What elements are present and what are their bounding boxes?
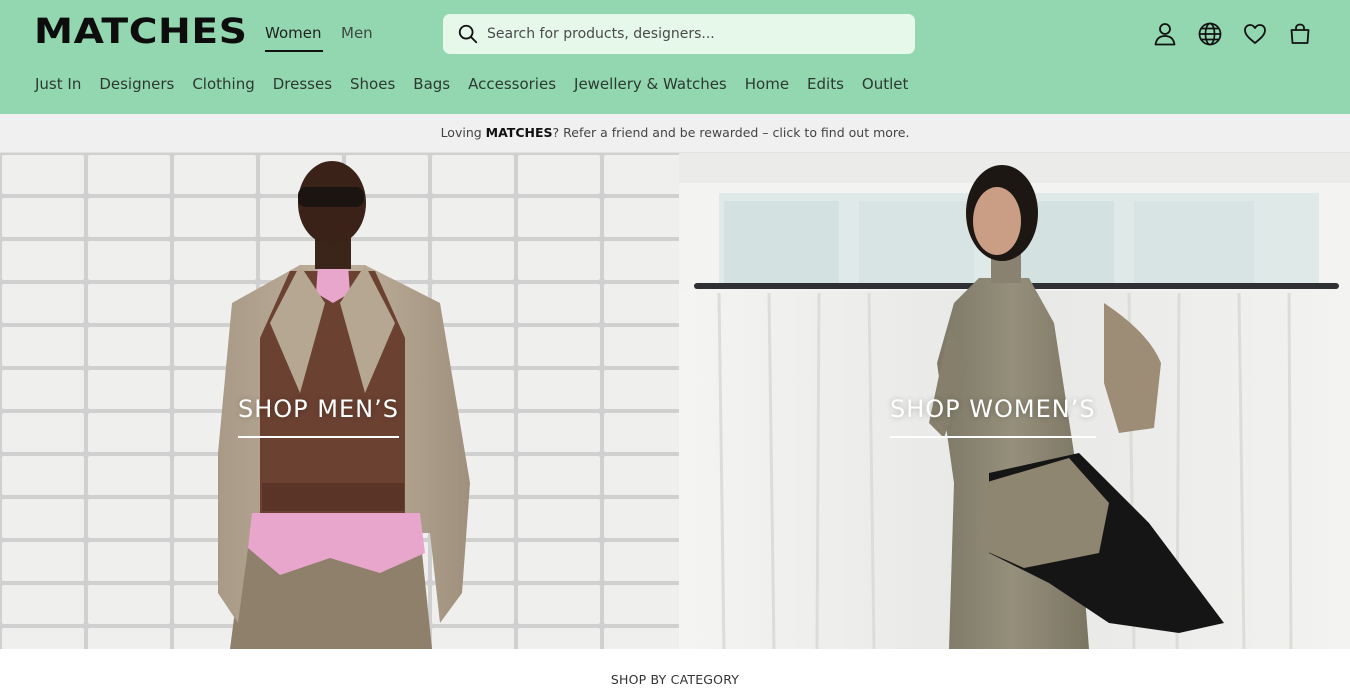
search-input[interactable] bbox=[487, 14, 897, 54]
nav-item-just-in[interactable]: Just In bbox=[35, 74, 81, 94]
nav-item-bags[interactable]: Bags bbox=[413, 74, 450, 94]
nav-item-shoes[interactable]: Shoes bbox=[350, 74, 395, 94]
nav-item-dresses[interactable]: Dresses bbox=[273, 74, 332, 94]
nav-item-designers[interactable]: Designers bbox=[99, 74, 174, 94]
nav-item-edits[interactable]: Edits bbox=[807, 74, 844, 94]
active-tab-underline bbox=[265, 50, 323, 52]
site-header: MATCHES Women Men Search for products, d… bbox=[0, 0, 1350, 114]
shop-womens-link[interactable]: SHOP WOMEN’S bbox=[890, 395, 1096, 438]
bag-icon[interactable] bbox=[1287, 21, 1313, 47]
search-icon bbox=[457, 23, 479, 45]
nav-item-jewellery-watches[interactable]: Jewellery & Watches bbox=[574, 74, 727, 94]
shop-mens-link[interactable]: SHOP MEN’S bbox=[238, 395, 399, 438]
nav-item-clothing[interactable]: Clothing bbox=[192, 74, 254, 94]
tab-women[interactable]: Women bbox=[265, 23, 321, 43]
shop-mens-label: SHOP MEN’S bbox=[238, 395, 399, 423]
promo-brand: MATCHES bbox=[485, 125, 553, 140]
tab-men[interactable]: Men bbox=[341, 23, 373, 43]
shop-mens-underline bbox=[238, 436, 399, 438]
nav-item-outlet[interactable]: Outlet bbox=[862, 74, 908, 94]
main-nav: Just In Designers Clothing Dresses Shoes… bbox=[35, 74, 926, 94]
nav-item-accessories[interactable]: Accessories bbox=[468, 74, 556, 94]
promo-prefix: Loving bbox=[440, 125, 486, 140]
nav-item-home[interactable]: Home bbox=[745, 74, 789, 94]
shop-womens-underline bbox=[890, 436, 1096, 438]
shop-womens-label: SHOP WOMEN’S bbox=[890, 395, 1096, 423]
globe-icon[interactable] bbox=[1197, 21, 1223, 47]
promo-suffix: ? Refer a friend and be rewarded – click… bbox=[552, 125, 910, 140]
account-icon[interactable] bbox=[1152, 21, 1178, 47]
brand-logo[interactable]: MATCHES bbox=[34, 12, 248, 52]
heart-icon[interactable] bbox=[1242, 21, 1268, 47]
search-bar[interactable] bbox=[443, 14, 915, 54]
referral-promo-banner[interactable]: Loving MATCHES? Refer a friend and be re… bbox=[0, 114, 1350, 153]
hero-women-panel[interactable]: SHOP WOMEN’S bbox=[679, 153, 1350, 649]
shop-by-category-heading: SHOP BY CATEGORY bbox=[610, 672, 740, 687]
hero-men-panel[interactable]: SHOP MEN’S bbox=[0, 153, 679, 649]
